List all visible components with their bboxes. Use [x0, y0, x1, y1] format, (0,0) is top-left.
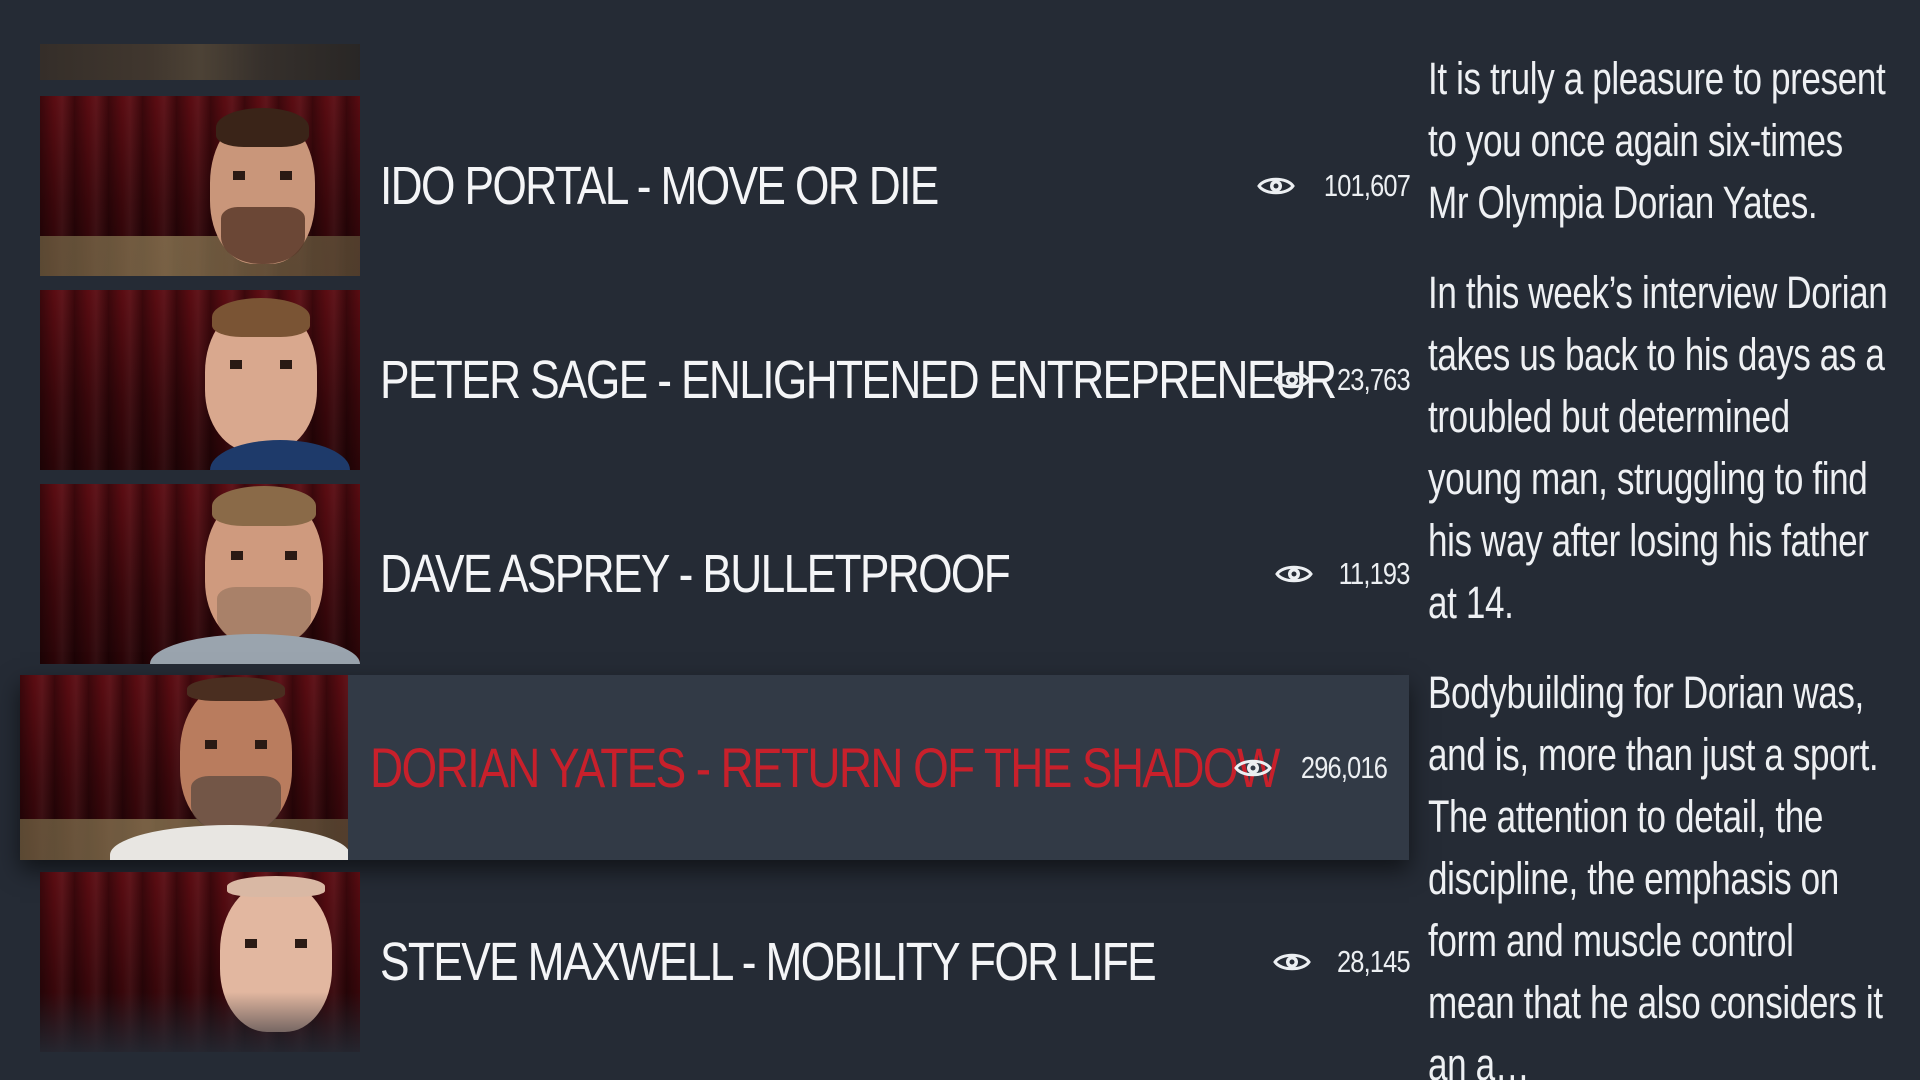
view-count: 11,193	[1275, 484, 1411, 664]
view-count: 296,016	[1234, 675, 1388, 860]
person-face	[210, 108, 315, 264]
video-thumbnail	[40, 484, 360, 664]
description-paragraph: It is truly a pleasure to present to you…	[1428, 53, 1886, 228]
eye-icon	[1273, 371, 1311, 389]
video-row[interactable]: IDO PORTAL - MOVE OR DIE 101,607	[40, 96, 1411, 276]
floor-backdrop	[40, 236, 360, 276]
video-thumbnail	[40, 96, 360, 276]
eye-icon	[1234, 759, 1272, 776]
video-title: DAVE ASPREY - BULLETPROOF	[380, 544, 1011, 604]
video-browser-screen: IDO PORTAL - MOVE OR DIE 101,607 PETER S…	[0, 0, 1920, 1080]
video-row-selected[interactable]: DORIAN YATES - RETURN OF THE SHADOW 296,…	[20, 675, 1409, 860]
view-count-value: 23,763	[1337, 362, 1411, 397]
view-count: 28,145	[1273, 872, 1411, 1052]
view-count-value: 101,607	[1323, 168, 1411, 203]
video-title: PETER SAGE - ENLIGHTENED ENTREPRENEUR	[380, 350, 1337, 410]
person-face	[205, 298, 317, 452]
video-row[interactable]: DAVE ASPREY - BULLETPROOF 11,193	[40, 484, 1411, 664]
video-thumbnail	[40, 872, 360, 1052]
view-count-value: 11,193	[1339, 556, 1411, 591]
eye-icon	[1273, 953, 1311, 971]
video-title: DORIAN YATES - RETURN OF THE SHADOW	[370, 736, 1280, 799]
video-thumbnail	[40, 290, 360, 470]
video-title: IDO PORTAL - MOVE OR DIE	[380, 156, 939, 216]
description-paragraph: In this week’s interview Dorian takes us…	[1428, 267, 1888, 628]
video-description: It is truly a pleasure to present to you…	[1428, 48, 1888, 1080]
eye-icon	[1257, 177, 1295, 195]
video-thumbnail	[20, 675, 348, 860]
person-face	[205, 485, 323, 646]
view-count: 101,607	[1257, 96, 1411, 276]
person-face	[220, 876, 332, 1032]
person-face	[180, 677, 292, 833]
view-count-value: 296,016	[1300, 749, 1388, 785]
video-row[interactable]: PETER SAGE - ENLIGHTENED ENTREPRENEUR 23…	[40, 290, 1411, 470]
video-title: STEVE MAXWELL - MOBILITY FOR LIFE	[380, 932, 1157, 992]
view-count-value: 28,145	[1337, 944, 1411, 979]
view-count: 23,763	[1273, 290, 1411, 470]
description-paragraph: Bodybuilding for Dorian was, and is, mor…	[1428, 667, 1883, 1080]
video-row[interactable]: STEVE MAXWELL - MOBILITY FOR LIFE 28,145	[40, 872, 1411, 1052]
video-list: IDO PORTAL - MOVE OR DIE 101,607 PETER S…	[0, 0, 1420, 1080]
eye-icon	[1275, 565, 1314, 583]
